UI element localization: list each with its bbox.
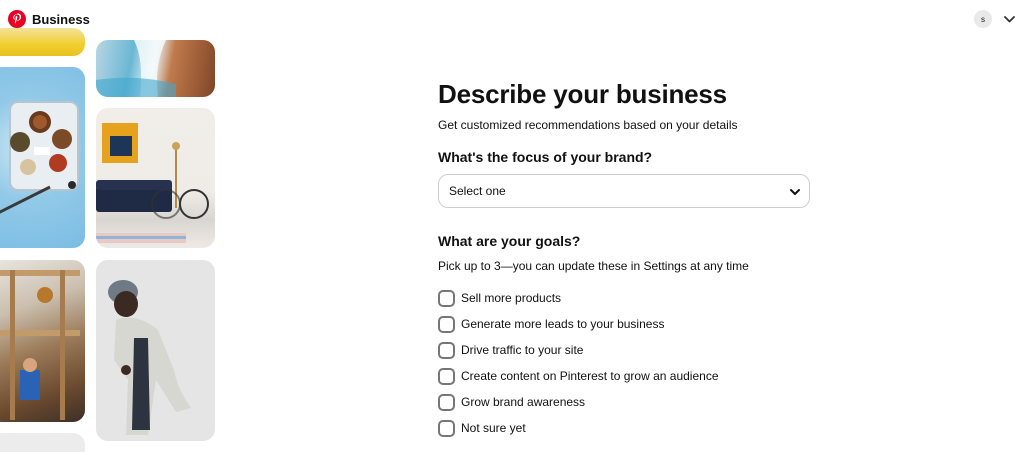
goal-checkbox[interactable]: [438, 315, 455, 333]
top-bar: Business s: [0, 0, 1024, 40]
goal-checkbox[interactable]: [438, 419, 455, 437]
goal-label: Drive traffic to your site: [461, 343, 584, 357]
brand-focus-select-value: Select one: [449, 184, 506, 198]
collage-photo-yellow: [0, 28, 85, 56]
brand-focus-select[interactable]: Select one: [438, 174, 810, 208]
avatar[interactable]: s: [974, 10, 992, 28]
goal-option-generate-leads[interactable]: Generate more leads to your business: [438, 311, 818, 337]
goal-label: Create content on Pinterest to grow an a…: [461, 369, 719, 383]
collage-photo-food: [0, 67, 85, 248]
goal-checkbox[interactable]: [438, 367, 455, 385]
goal-label: Generate more leads to your business: [461, 317, 665, 331]
goal-option-create-content[interactable]: Create content on Pinterest to grow an a…: [438, 363, 818, 389]
goal-checkbox[interactable]: [438, 341, 455, 359]
collage-photo-bunk-room: [0, 260, 85, 422]
account-menu-chevron-icon[interactable]: [1001, 10, 1017, 28]
goal-label: Grow brand awareness: [461, 395, 586, 409]
brand-name: Business: [32, 11, 90, 27]
goal-option-grow-brand-awareness[interactable]: Grow brand awareness: [438, 389, 818, 415]
collage-photo-bottom: [0, 433, 85, 452]
page-title: Describe your business: [438, 79, 727, 109]
goal-option-drive-traffic[interactable]: Drive traffic to your site: [438, 337, 818, 363]
collage-photo-waterfall: [96, 40, 215, 97]
goal-label: Sell more products: [461, 291, 562, 305]
page-subtitle: Get customized recommendations based on …: [438, 118, 738, 132]
goals-question: What are your goals?: [438, 233, 581, 249]
goal-checkbox[interactable]: [438, 289, 455, 307]
pinterest-logo-icon: [8, 10, 26, 28]
collage-photo-man-walking: [96, 260, 215, 441]
goal-checkbox[interactable]: [438, 393, 455, 411]
brand-focus-question: What's the focus of your brand?: [438, 149, 653, 165]
goal-option-not-sure-yet[interactable]: Not sure yet: [438, 415, 818, 441]
chevron-down-icon: [789, 185, 801, 197]
goals-list: Sell more products Generate more leads t…: [438, 285, 818, 441]
goals-hint: Pick up to 3—you can update these in Set…: [438, 259, 749, 273]
brand[interactable]: Business: [8, 10, 90, 28]
collage-photo-living-room: [96, 108, 215, 248]
goal-label: Not sure yet: [461, 421, 526, 435]
goal-option-sell-more-products[interactable]: Sell more products: [438, 285, 818, 311]
